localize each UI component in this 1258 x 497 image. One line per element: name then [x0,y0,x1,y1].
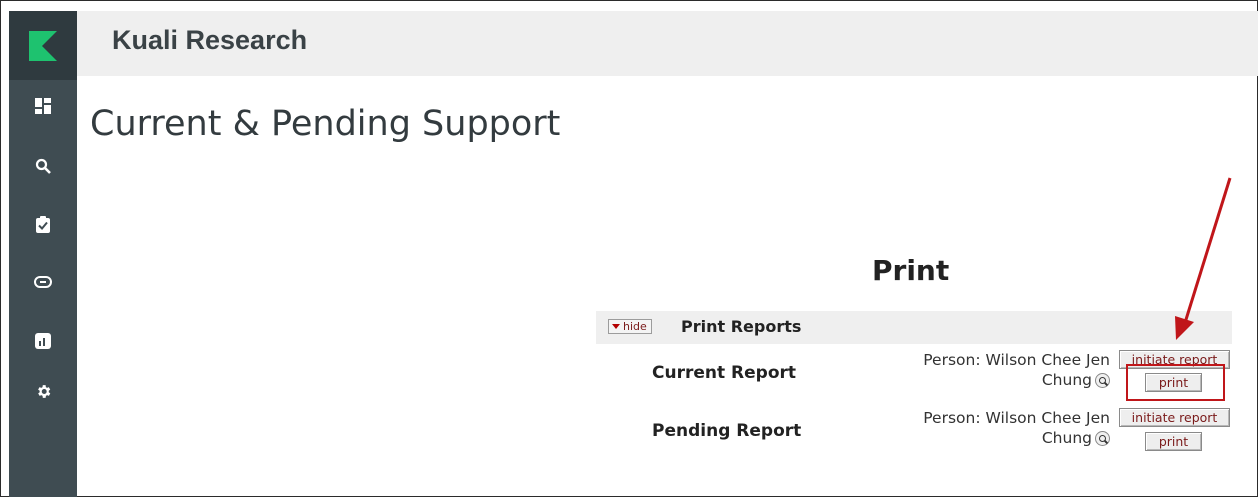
chart-icon[interactable] [31,329,55,353]
initiate-report-button[interactable]: initiate report [1119,408,1230,427]
dashboard-icon[interactable] [31,94,55,118]
lookup-icon[interactable] [1095,373,1110,388]
person-name-line1: Person: Wilson Chee Jen [923,351,1110,369]
person-name-line2: Chung [1041,371,1092,389]
print-button[interactable]: print [1145,432,1202,451]
current-report-label: Current Report [652,363,797,383]
current-report-person: Person: Wilson Chee Jen Chung [880,350,1110,390]
person-name-line1: Person: Wilson Chee Jen [923,409,1110,427]
hide-toggle-button[interactable]: hide [608,319,652,334]
section-title: Print Reports [681,317,802,336]
print-reports-section-header: hide Print Reports [596,311,1232,344]
clipboard-check-icon[interactable] [31,212,55,236]
annotation-highlight-box [1126,364,1225,401]
pending-report-label: Pending Report [652,421,802,441]
link-icon[interactable] [31,270,55,294]
lookup-icon[interactable] [1095,431,1110,446]
person-name-line2: Chung [1041,429,1092,447]
annotation-arrow-icon [1175,177,1232,340]
triangle-down-icon [612,324,620,329]
kuali-logo-icon [29,31,57,61]
print-heading: Print [872,254,950,287]
gear-icon[interactable] [31,379,55,403]
search-icon[interactable] [31,154,55,178]
hide-toggle-label: hide [623,320,647,333]
pending-report-person: Person: Wilson Chee Jen Chung [880,408,1110,448]
page-title: Current & Pending Support [90,104,561,144]
app-header: Kuali Research [77,11,1258,76]
app-title[interactable]: Kuali Research [112,25,307,56]
logo[interactable] [9,11,77,80]
sidebar [9,11,77,497]
